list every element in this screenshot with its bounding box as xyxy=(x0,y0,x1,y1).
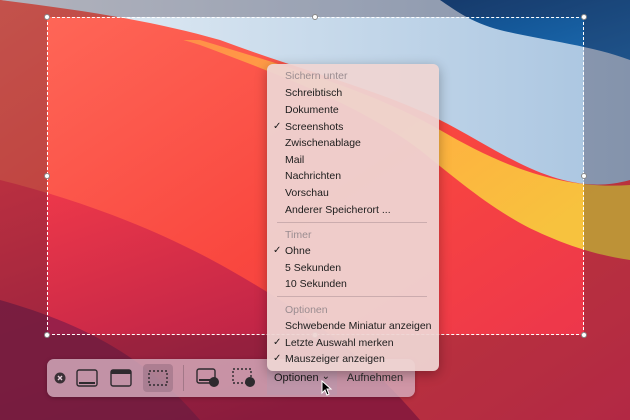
resize-handle-left[interactable] xyxy=(44,173,50,179)
menu-heading-timer: Timer xyxy=(285,229,312,241)
menu-item-mail[interactable]: Mail xyxy=(267,152,439,168)
menu-item-label: Mauszeiger anzeigen xyxy=(285,353,385,365)
checkmark-icon: ✓ xyxy=(273,353,282,364)
menu-item-floating-thumbnail[interactable]: Schwebende Miniatur anzeigen xyxy=(267,318,439,334)
menu-item-vorschau[interactable]: Vorschau xyxy=(267,185,439,201)
menu-item-10-sekunden[interactable]: 10 Sekunden xyxy=(267,276,439,292)
resize-handle-right[interactable] xyxy=(581,173,587,179)
capture-screen-icon[interactable] xyxy=(73,364,101,392)
menu-item-label: Screenshots xyxy=(285,121,344,133)
menu-item-label: Letzte Auswahl merken xyxy=(285,337,394,349)
menu-item-label: Schwebende Miniatur anzeigen xyxy=(285,320,432,332)
close-icon[interactable] xyxy=(53,364,67,392)
menu-heading-save: Sichern unter xyxy=(285,70,348,82)
menu-item-remember-selection[interactable]: ✓ Letzte Auswahl merken xyxy=(267,335,439,351)
record-selection-icon[interactable] xyxy=(229,364,259,392)
mouse-pointer-icon xyxy=(321,380,333,396)
menu-separator xyxy=(277,222,427,223)
capture-label: Aufnehmen xyxy=(346,372,404,384)
desktop-wallpaper: Optionen ⌄ Aufnehmen Sichern unter Schre… xyxy=(0,0,630,420)
menu-item-zwischenablage[interactable]: Zwischenablage xyxy=(267,135,439,151)
resize-handle-top-right[interactable] xyxy=(581,14,587,20)
menu-item-dokumente[interactable]: Dokumente xyxy=(267,102,439,118)
menu-item-nachrichten[interactable]: Nachrichten xyxy=(267,168,439,184)
menu-item-label: Anderer Speicherort ... xyxy=(285,204,391,216)
menu-item-label: 5 Sekunden xyxy=(285,262,342,274)
resize-handle-bottom-left[interactable] xyxy=(44,332,50,338)
menu-item-show-pointer[interactable]: ✓ Mauszeiger anzeigen xyxy=(267,351,439,367)
menu-item-label: Schreibtisch xyxy=(285,87,343,99)
menu-item-label: 10 Sekunden xyxy=(285,278,347,290)
menu-item-schreibtisch[interactable]: Schreibtisch xyxy=(267,85,439,101)
toolbar-separator xyxy=(183,365,184,391)
options-menu: Sichern unter Schreibtisch Dokumente ✓ Sc… xyxy=(267,64,439,371)
menu-item-label: Ohne xyxy=(285,245,311,257)
menu-item-label: Mail xyxy=(285,154,305,166)
menu-separator xyxy=(277,296,427,297)
capture-selection-icon[interactable] xyxy=(143,364,173,392)
capture-window-icon[interactable] xyxy=(107,364,135,392)
menu-item-label: Vorschau xyxy=(285,187,329,199)
menu-heading-options: Optionen xyxy=(285,304,328,316)
resize-handle-bottom-right[interactable] xyxy=(581,332,587,338)
checkmark-icon: ✓ xyxy=(273,245,282,256)
dim-overlay xyxy=(0,17,47,335)
menu-item-other-location[interactable]: Anderer Speicherort ... xyxy=(267,202,439,218)
record-screen-icon[interactable] xyxy=(193,364,223,392)
resize-handle-top[interactable] xyxy=(312,14,318,20)
checkmark-icon: ✓ xyxy=(273,337,282,348)
dim-overlay xyxy=(584,17,630,335)
menu-item-label: Dokumente xyxy=(285,104,339,116)
options-label: Optionen xyxy=(273,372,319,384)
menu-item-screenshots[interactable]: ✓ Screenshots xyxy=(267,119,439,135)
checkmark-icon: ✓ xyxy=(273,121,282,132)
menu-item-5-sekunden[interactable]: 5 Sekunden xyxy=(267,260,439,276)
menu-item-label: Nachrichten xyxy=(285,170,342,182)
resize-handle-top-left[interactable] xyxy=(44,14,50,20)
menu-item-label: Zwischenablage xyxy=(285,137,361,149)
menu-item-ohne[interactable]: ✓ Ohne xyxy=(267,243,439,259)
